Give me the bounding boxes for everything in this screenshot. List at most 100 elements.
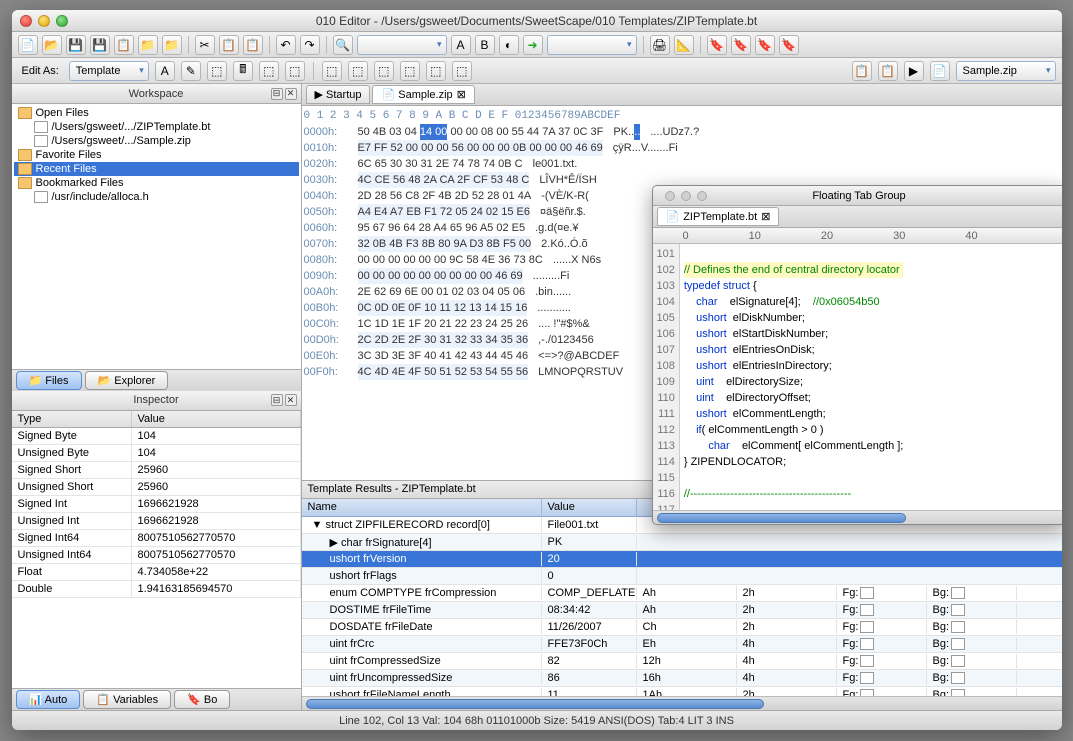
bookmark-clear-button[interactable]: 🔖 bbox=[779, 35, 799, 55]
find-button[interactable]: 🔍 bbox=[333, 35, 353, 55]
inspector-row[interactable]: Unsigned Int648007510562770570 bbox=[12, 547, 301, 564]
toolbar-button[interactable]: ⬚ bbox=[348, 61, 368, 81]
toolbar-button[interactable]: ⬚ bbox=[374, 61, 394, 81]
toolbar-button[interactable]: ⬚ bbox=[259, 61, 279, 81]
panel-close-icon[interactable]: ✕ bbox=[285, 394, 297, 406]
template-button[interactable]: 📋 bbox=[878, 61, 898, 81]
template-row[interactable]: enum COMPTYPE frCompressionCOMP_DEFLATEA… bbox=[302, 585, 1062, 602]
toolbar-button[interactable]: ⬚ bbox=[285, 61, 305, 81]
highlight-button[interactable]: ✎ bbox=[181, 61, 201, 81]
tree-group[interactable]: Bookmarked Files bbox=[14, 176, 299, 190]
undo-button[interactable]: ↶ bbox=[276, 35, 296, 55]
inspector-headers: Type Value bbox=[12, 411, 301, 428]
panel-pin-icon[interactable]: ⊟ bbox=[271, 394, 283, 406]
toolbar-button[interactable]: ◐ bbox=[499, 35, 519, 55]
editor-tabs: ▶ Startup📄 Sample.zip ⊠ bbox=[302, 84, 1062, 106]
toolbar-button[interactable]: 📐 bbox=[674, 35, 694, 55]
template-row[interactable]: DOSDATE frFileDate11/26/2007Ch2hFg:Bg: bbox=[302, 619, 1062, 636]
new-file-button[interactable]: 📄 bbox=[18, 35, 38, 55]
calculator-button[interactable]: 🖩 bbox=[233, 61, 253, 81]
float-minimize-button[interactable] bbox=[681, 191, 691, 201]
print-button[interactable]: 🖨 bbox=[650, 35, 670, 55]
inspector-row[interactable]: Signed Byte104 bbox=[12, 428, 301, 445]
inspector-row[interactable]: Unsigned Byte104 bbox=[12, 445, 301, 462]
template-row[interactable]: ushort frVersion20 bbox=[302, 551, 1062, 568]
close-icon[interactable]: ⊠ bbox=[457, 88, 466, 101]
template-row[interactable]: DOSTIME frFileTime08:34:42Ah2hFg:Bg: bbox=[302, 602, 1062, 619]
toolbar-button[interactable]: 📋 bbox=[114, 35, 134, 55]
explorer-tab[interactable]: 📂 Explorer bbox=[85, 371, 169, 390]
hscrollbar[interactable] bbox=[302, 696, 1062, 710]
template-results-body[interactable]: ▼ struct ZIPFILERECORD record[0]File001.… bbox=[302, 517, 1062, 696]
bookmark-prev-button[interactable]: 🔖 bbox=[731, 35, 751, 55]
template-button[interactable]: 📄 bbox=[930, 61, 950, 81]
cut-button[interactable]: ✂ bbox=[195, 35, 215, 55]
font-button[interactable]: A bbox=[155, 61, 175, 81]
edit-as-label: Edit As: bbox=[18, 65, 63, 77]
template-button[interactable]: 📋 bbox=[852, 61, 872, 81]
sample-combo[interactable]: Sample.zip bbox=[956, 61, 1056, 81]
float-close-button[interactable] bbox=[665, 191, 675, 201]
save-button[interactable]: 💾 bbox=[66, 35, 86, 55]
find-prev-button[interactable]: A bbox=[451, 35, 471, 55]
redo-button[interactable]: ↷ bbox=[300, 35, 320, 55]
inspector-row[interactable]: Unsigned Int1696621928 bbox=[12, 513, 301, 530]
go-button[interactable]: ➜ bbox=[523, 35, 543, 55]
float-tabs: 📄 ZIPTemplate.bt ⊠ bbox=[653, 206, 1062, 228]
bookmark-next-button[interactable]: 🔖 bbox=[755, 35, 775, 55]
float-tab[interactable]: 📄 ZIPTemplate.bt ⊠ bbox=[657, 207, 780, 226]
find-next-button[interactable]: B bbox=[475, 35, 495, 55]
workspace-tabs: 📁 Files 📂 Explorer bbox=[12, 369, 301, 391]
variables-tab[interactable]: 📋 Variables bbox=[83, 690, 171, 709]
template-button[interactable]: ▶ bbox=[904, 61, 924, 81]
open-file-button[interactable]: 📂 bbox=[42, 35, 62, 55]
template-row[interactable]: ▶ char frSignature[4]PK bbox=[302, 534, 1062, 551]
files-tab[interactable]: 📁 Files bbox=[16, 371, 82, 390]
tree-group[interactable]: Favorite Files bbox=[14, 148, 299, 162]
panel-pin-icon[interactable]: ⊟ bbox=[271, 88, 283, 100]
inspector-table[interactable]: Signed Byte104Unsigned Byte104Signed Sho… bbox=[12, 428, 301, 689]
template-row[interactable]: uint frUncompressedSize8616h4hFg:Bg: bbox=[302, 670, 1062, 687]
template-row[interactable]: ushort frFileNameLength111Ah2hFg:Bg: bbox=[302, 687, 1062, 696]
panel-close-icon[interactable]: ✕ bbox=[285, 88, 297, 100]
find-combo[interactable] bbox=[357, 35, 447, 55]
editor-tab[interactable]: ▶ Startup bbox=[306, 85, 371, 104]
toolbar-button[interactable]: ⬚ bbox=[322, 61, 342, 81]
tree-group[interactable]: Open Files bbox=[14, 106, 299, 120]
goto-combo[interactable] bbox=[547, 35, 637, 55]
toolbar-button[interactable]: 📁 bbox=[138, 35, 158, 55]
auto-tab[interactable]: 📊 Auto bbox=[16, 690, 81, 709]
save-all-button[interactable]: 💾 bbox=[90, 35, 110, 55]
float-titlebar[interactable]: Floating Tab Group bbox=[653, 186, 1062, 206]
bookmarks-tab[interactable]: 🔖 Bo bbox=[174, 690, 230, 709]
toolbar-button[interactable]: ⬚ bbox=[426, 61, 446, 81]
inspector-row[interactable]: Float4.734058e+22 bbox=[12, 564, 301, 581]
template-row[interactable]: ushort frFlags0 bbox=[302, 568, 1062, 585]
inspector-row[interactable]: Unsigned Short25960 bbox=[12, 479, 301, 496]
inspector-row[interactable]: Double1.94163185694570 bbox=[12, 581, 301, 598]
toolbar-button[interactable]: ⬚ bbox=[207, 61, 227, 81]
bookmark-button[interactable]: 🔖 bbox=[707, 35, 727, 55]
inspector-row[interactable]: Signed Int648007510562770570 bbox=[12, 530, 301, 547]
floating-tab-group[interactable]: Floating Tab Group 📄 ZIPTemplate.bt ⊠ 01… bbox=[652, 185, 1062, 525]
inspector-row[interactable]: Signed Short25960 bbox=[12, 462, 301, 479]
copy-button[interactable]: 📋 bbox=[219, 35, 239, 55]
toolbar-button[interactable]: ⬚ bbox=[400, 61, 420, 81]
tree-item[interactable]: /Users/gsweet/.../Sample.zip bbox=[14, 134, 299, 148]
close-icon[interactable]: ⊠ bbox=[761, 210, 770, 223]
editor-tab[interactable]: 📄 Sample.zip ⊠ bbox=[372, 85, 474, 104]
tree-item[interactable]: /usr/include/alloca.h bbox=[14, 190, 299, 204]
inspector-row[interactable]: Signed Int1696621928 bbox=[12, 496, 301, 513]
code-editor[interactable]: 101 102 103 104 105 106 107 108 109 110 … bbox=[653, 244, 1062, 510]
tree-item[interactable]: /Users/gsweet/.../ZIPTemplate.bt bbox=[14, 120, 299, 134]
toolbar-button[interactable]: 📁 bbox=[162, 35, 182, 55]
template-row[interactable]: uint frCompressedSize8212h4hFg:Bg: bbox=[302, 653, 1062, 670]
paste-button[interactable]: 📋 bbox=[243, 35, 263, 55]
tree-group[interactable]: Recent Files bbox=[14, 162, 299, 176]
workspace-tree[interactable]: Open Files/Users/gsweet/.../ZIPTemplate.… bbox=[12, 104, 301, 369]
float-hscrollbar[interactable] bbox=[653, 510, 1062, 524]
toolbar-button[interactable]: ⬚ bbox=[452, 61, 472, 81]
float-zoom-button[interactable] bbox=[697, 191, 707, 201]
edit-as-combo[interactable]: Template bbox=[69, 61, 149, 81]
template-row[interactable]: uint frCrcFFE73F0ChEh4hFg:Bg: bbox=[302, 636, 1062, 653]
